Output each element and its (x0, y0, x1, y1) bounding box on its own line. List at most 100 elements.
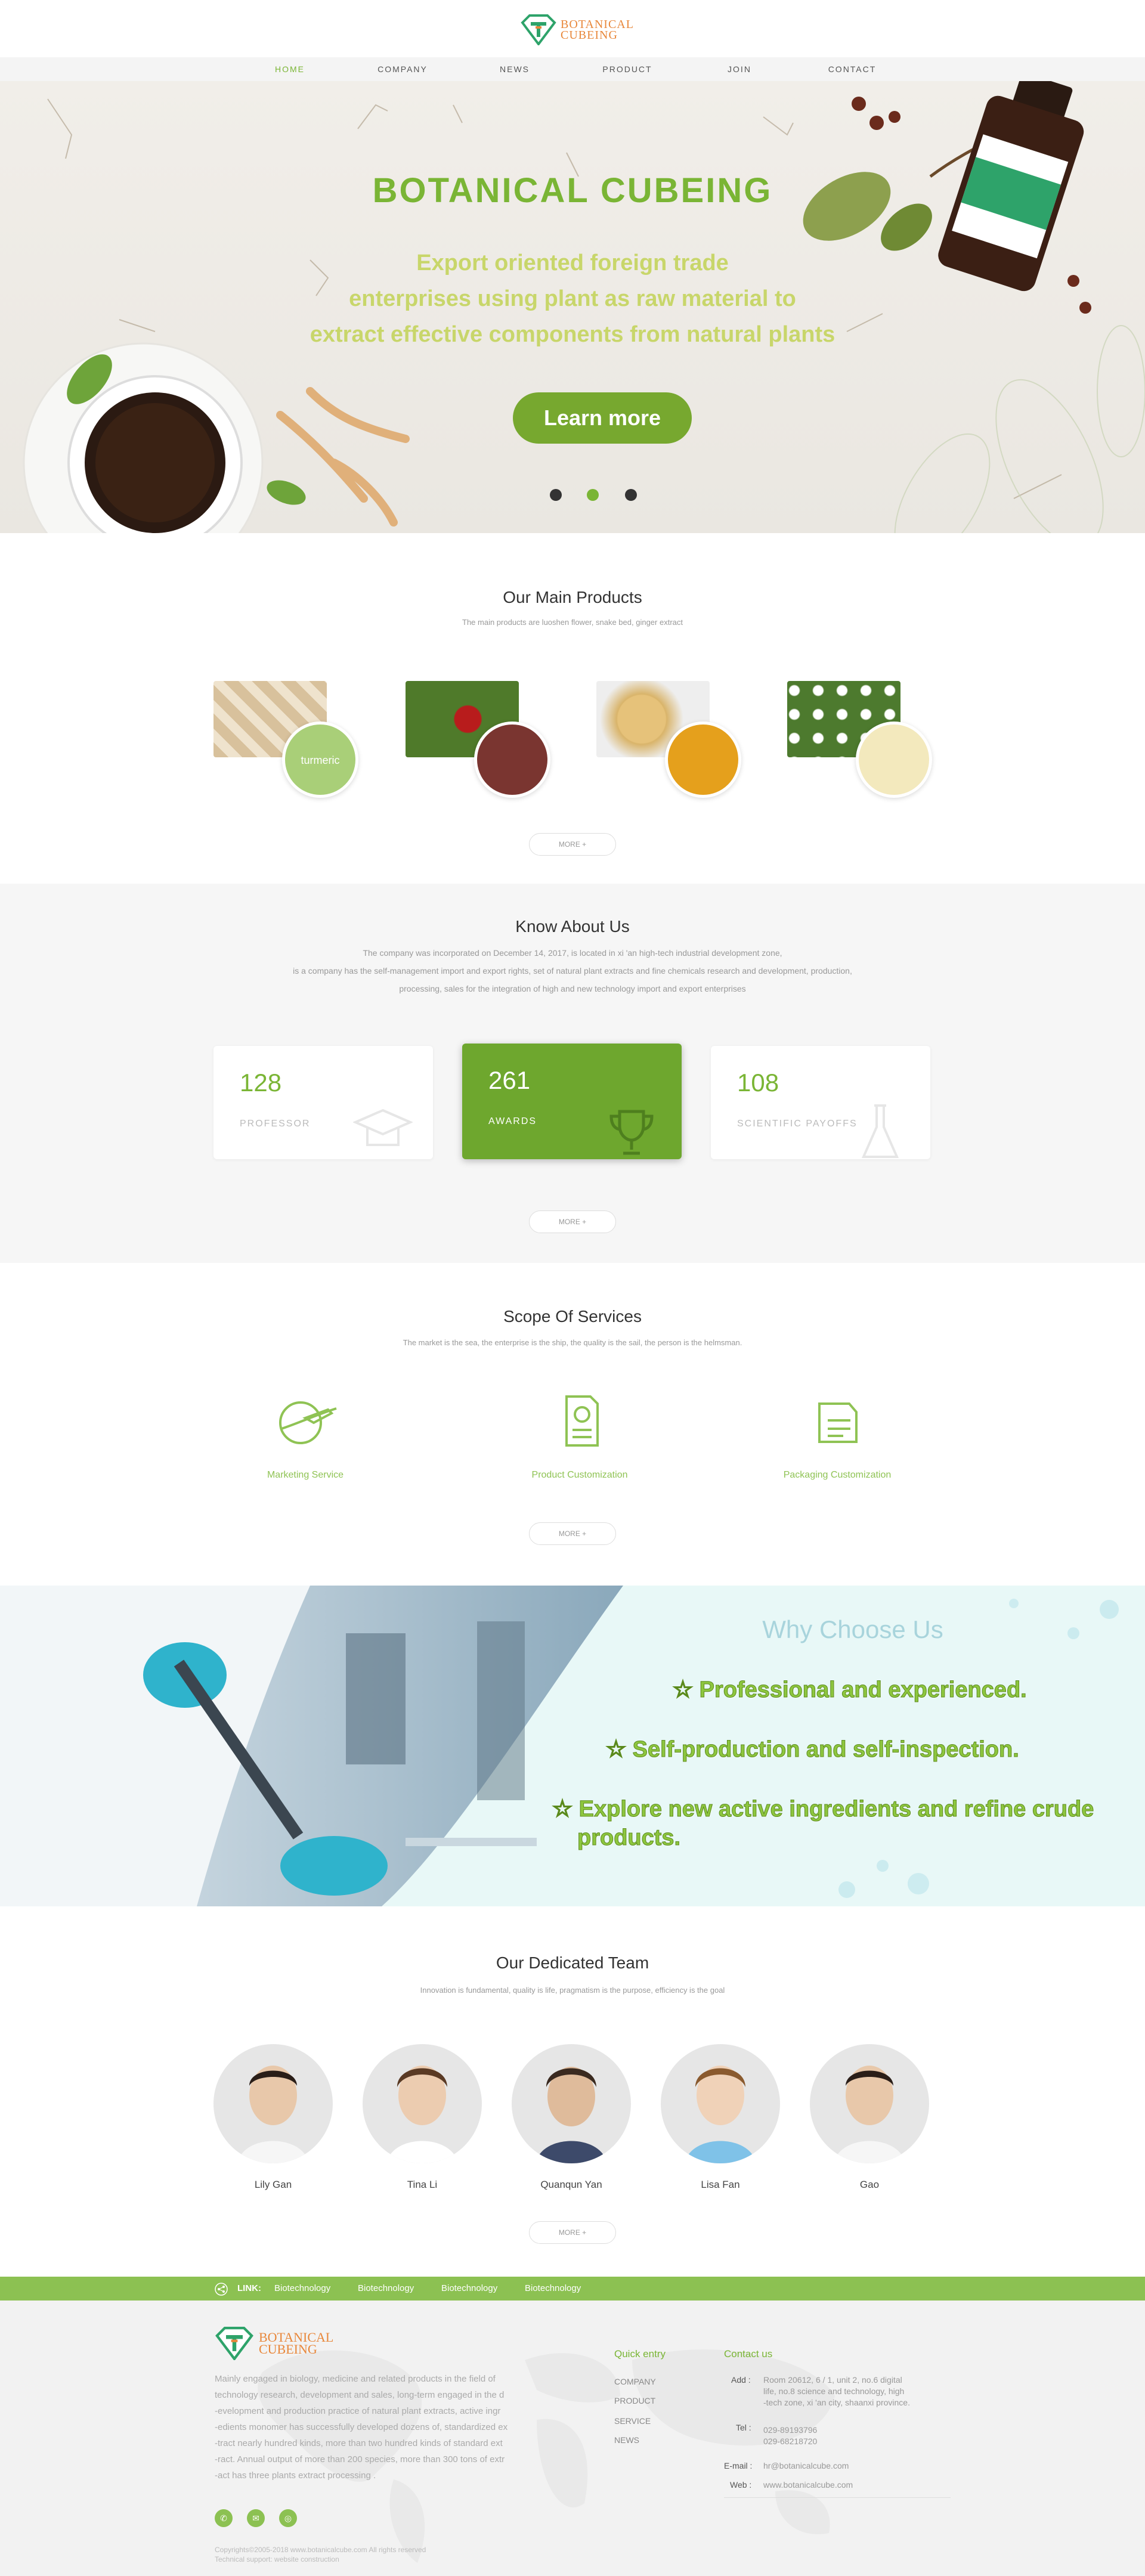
wechat-icon[interactable]: ✉ (247, 2509, 265, 2527)
web-value[interactable]: www.botanicalcube.com (763, 2479, 853, 2491)
qq-icon[interactable]: ✆ (215, 2509, 233, 2527)
service-product-customization[interactable]: Product Customization (490, 1394, 669, 1480)
team-member-5[interactable]: Gao (810, 2044, 929, 2191)
link-1[interactable]: Biotechnology (274, 2277, 330, 2301)
service-label: Marketing Service (267, 1470, 344, 1480)
nav-join[interactable]: JOIN (698, 57, 781, 81)
avatar (363, 2044, 482, 2163)
quick-link-product[interactable]: PRODUCT (614, 2396, 655, 2405)
stat-value: 128 (240, 1069, 282, 1097)
product-swatch (665, 722, 741, 798)
team-more-button[interactable]: MORE + (529, 2221, 616, 2244)
slide-dot-3[interactable] (625, 489, 637, 501)
slide-dot-2[interactable] (587, 489, 599, 501)
learn-more-button[interactable]: Learn more (513, 392, 692, 444)
product-card-1[interactable]: turmeric (213, 681, 358, 806)
copyright: Copyrights©2005-2018 www.botanicalcube.c… (215, 2545, 426, 2564)
nav-product[interactable]: PRODUCT (586, 57, 669, 81)
member-name: Gao (859, 2179, 880, 2190)
hero-title: BOTANICAL CUBEING (372, 171, 773, 210)
avatar (213, 2044, 333, 2163)
main-nav: HOME COMPANY NEWS PRODUCT JOIN CONTACT (0, 57, 1145, 81)
hero-subtitle-line3: extract effective components from natura… (310, 322, 835, 347)
service-packaging-customization[interactable]: Packaging Customization (748, 1394, 927, 1480)
diamond-logo-icon (215, 2327, 253, 2360)
link-4[interactable]: Biotechnology (525, 2277, 581, 2301)
copyright-text: Copyrights©2005-2018 www.botanicalcube.c… (215, 2546, 426, 2554)
footer-description: Mainly engaged in biology, medicine and … (215, 2371, 549, 2484)
member-name: Lily Gan (254, 2179, 292, 2190)
footer-divider (724, 2497, 951, 2498)
stat-card-professor: 128 PROFESSOR (213, 1046, 433, 1159)
member-name: Tina Li (407, 2179, 438, 2190)
link-2[interactable]: Biotechnology (358, 2277, 414, 2301)
services-subtitle: The market is the sea, the enterprise is… (403, 1338, 742, 1347)
tech-support-text: Technical support: website construction (215, 2555, 339, 2563)
links-label: LINK: (237, 2283, 261, 2293)
products-subtitle: The main products are luoshen flower, sn… (462, 618, 683, 627)
stat-label: AWARDS (488, 1116, 537, 1126)
team-member-1[interactable]: Lily Gan (213, 2044, 333, 2191)
footer-desc-line: technology research, development and sal… (215, 2390, 505, 2400)
product-card-3[interactable] (596, 681, 741, 806)
about-text-line3: processing, sales for the integration of… (399, 984, 746, 993)
service-marketing[interactable]: Marketing Service (216, 1394, 395, 1480)
nav-contact[interactable]: CONTACT (810, 57, 894, 81)
weibo-icon[interactable]: ◎ (279, 2509, 297, 2527)
team-member-2[interactable]: Tina Li (363, 2044, 482, 2191)
slide-dot-1[interactable] (550, 489, 562, 501)
footer-desc-line: -act has three plants extract processing… (215, 2470, 376, 2481)
team-member-3[interactable]: Quanqun Yan (512, 2044, 631, 2191)
airplane-globe-icon (279, 1401, 337, 1444)
graduation-cap-icon (353, 1109, 413, 1146)
link-3[interactable]: Biotechnology (441, 2277, 497, 2301)
stat-value: 261 (488, 1066, 531, 1094)
stat-card-payoffs: 108 SCIENTIFIC PAYOFFS (711, 1046, 930, 1159)
friend-links-bar: LINK: Biotechnology Biotechnology Biotec… (0, 2277, 1145, 2301)
team-member-4[interactable]: Lisa Fan (661, 2044, 780, 2191)
site-header: BOTANICAL CUBEING (0, 0, 1145, 57)
about-title: Know About Us (515, 917, 630, 936)
quick-link-company[interactable]: COMPANY (614, 2377, 656, 2386)
quick-link-news[interactable]: NEWS (614, 2435, 639, 2445)
product-swatch: turmeric (282, 722, 358, 798)
email-label: E-mail : (724, 2461, 753, 2470)
address-value: Room 20612, 6 / 1, unit 2, no.6 digital … (763, 2374, 910, 2408)
email-value[interactable]: hr@botanicalcube.com (763, 2460, 849, 2472)
hero-subtitle-line1: Export oriented foreign trade (416, 250, 729, 275)
why-title: Why Choose Us (762, 1615, 943, 1643)
nav-company[interactable]: COMPANY (361, 57, 444, 81)
tel-label: Tel : (736, 2423, 751, 2432)
logo-text-line2: CUBEING (561, 29, 618, 42)
stat-value: 108 (737, 1069, 779, 1097)
product-overlay-label: turmeric (301, 754, 340, 766)
why-item-3-cont: products. (577, 1825, 681, 1851)
address-label: Add : (731, 2375, 751, 2385)
avatar (810, 2044, 929, 2163)
hero-banner: BOTANICAL CUBEING Export oriented foreig… (0, 81, 1145, 533)
footer-desc-line: -edients monomer has successfully develo… (215, 2422, 508, 2432)
quick-link-service[interactable]: SERVICE (614, 2416, 651, 2426)
service-label: Product Customization (531, 1470, 628, 1480)
footer-logo[interactable]: BOTANICAL CUBEING (213, 2327, 333, 2360)
share-icon (215, 2283, 228, 2296)
package-icon (818, 1402, 858, 1443)
site-logo[interactable]: BOTANICAL CUBEING (520, 12, 639, 48)
contact-title: Contact us (724, 2348, 773, 2360)
products-title: Our Main Products (503, 588, 642, 606)
document-icon (565, 1395, 599, 1447)
team-title: Our Dedicated Team (496, 1953, 649, 1972)
product-card-4[interactable] (787, 681, 932, 806)
footer-desc-line: -tract nearly hundred kinds, more than t… (215, 2438, 503, 2448)
product-card-2[interactable] (406, 681, 550, 806)
service-label: Packaging Customization (783, 1470, 892, 1480)
team-subtitle: Innovation is fundamental, quality is li… (420, 1986, 725, 1995)
why-item-2: ☆ Self-production and self-inspection. (606, 1737, 1020, 1763)
logo-text-line2: CUBEING (259, 2342, 317, 2357)
services-more-button[interactable]: MORE + (529, 1522, 616, 1545)
products-more-button[interactable]: MORE + (529, 833, 616, 856)
about-more-button[interactable]: MORE + (529, 1210, 616, 1233)
nav-news[interactable]: NEWS (473, 57, 556, 81)
diamond-logo-icon (521, 14, 556, 45)
nav-home[interactable]: HOME (248, 57, 332, 81)
